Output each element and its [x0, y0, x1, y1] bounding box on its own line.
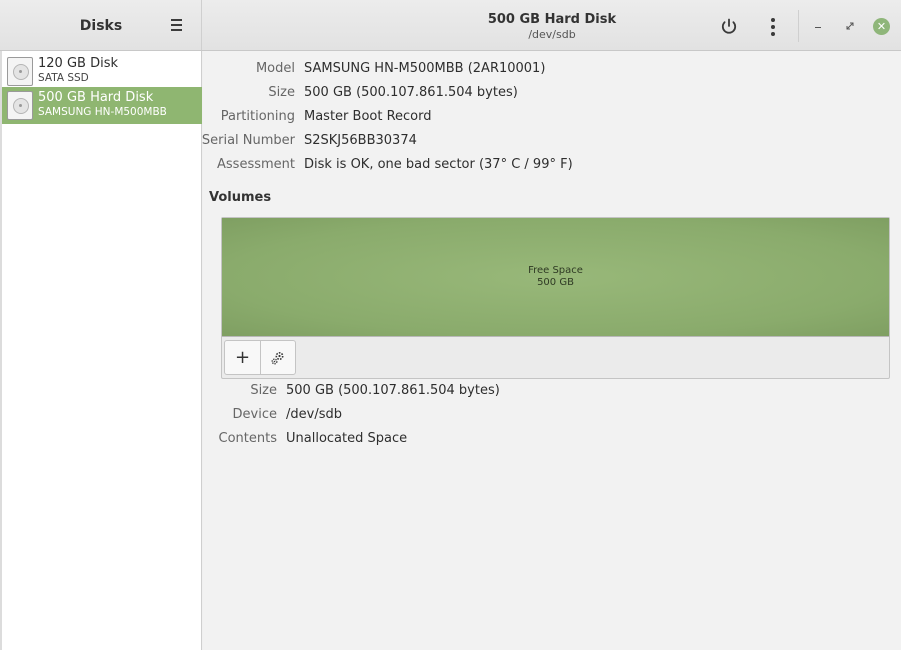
minimize-icon[interactable]: [810, 16, 826, 36]
property-model: Model: [203, 61, 295, 83]
disk-list-item-500gb[interactable]: 500 GB Hard Disk SAMSUNG HN-M500MBB: [2, 87, 202, 124]
property-assessment: Assessment: [203, 157, 295, 179]
hamburger-menu-icon[interactable]: [164, 13, 188, 37]
volume-property-size: Size: [203, 383, 277, 405]
volume-property-device: Device: [203, 407, 277, 429]
disk-name: 500 GB Hard Disk: [38, 90, 154, 105]
property-value-assessment: Disk is OK, one bad sector (37° C / 99° …: [304, 157, 573, 172]
property-partitioning: Partitioning: [203, 109, 295, 131]
property-value-serial: S2SKJ56BB30374: [304, 133, 417, 148]
drive-device-path: /dev/sdb: [528, 28, 576, 41]
volume-property-contents: Contents: [203, 431, 277, 453]
volume-toolbar: +: [224, 340, 296, 375]
header-title-block: 500 GB Hard Disk /dev/sdb: [400, 12, 704, 42]
disk-subtitle: SATA SSD: [38, 72, 89, 84]
segment-label: Free Space: [528, 265, 583, 276]
header-bar: Disks 500 GB Hard Disk /dev/sdb ✕: [0, 0, 901, 51]
volume-value-contents: Unallocated Space: [286, 431, 408, 446]
property-label: Assessment: [217, 157, 295, 172]
vertical-dots-icon[interactable]: [763, 14, 783, 40]
property-value-model: SAMSUNG HN-M500MBB (2AR10001): [304, 61, 546, 76]
property-size: Size: [203, 85, 295, 107]
volume-value-device: /dev/sdb: [286, 407, 342, 422]
harddisk-icon: [7, 91, 33, 120]
property-label: Partitioning: [220, 109, 295, 124]
gears-icon[interactable]: [259, 341, 295, 374]
disk-subtitle: SAMSUNG HN-M500MBB: [38, 106, 167, 118]
drive-title: 500 GB Hard Disk: [487, 12, 617, 27]
property-serial-number: Serial Number: [202, 133, 295, 155]
disk-list-item-120gb[interactable]: 120 GB Disk SATA SSD: [2, 53, 202, 90]
header-separator: [798, 10, 799, 42]
volume-map: Free Space 500 GB +: [221, 217, 890, 379]
power-icon[interactable]: [716, 14, 742, 40]
sidebar-header: Disks: [0, 0, 202, 50]
volume-segment-free-space[interactable]: Free Space 500 GB: [222, 218, 889, 337]
disks-window: Disks 500 GB Hard Disk /dev/sdb ✕ 120 GB…: [0, 0, 901, 650]
property-label: Model: [255, 61, 295, 76]
disk-name: 120 GB Disk: [38, 56, 118, 71]
property-label: Contents: [218, 431, 277, 446]
property-label: Device: [232, 407, 277, 422]
property-label: Serial Number: [201, 133, 295, 148]
close-icon[interactable]: ✕: [873, 18, 890, 35]
create-partition-button[interactable]: +: [225, 341, 260, 374]
volumes-heading: Volumes: [209, 190, 272, 205]
disk-list-sidebar: 120 GB Disk SATA SSD 500 GB Hard Disk SA…: [0, 51, 202, 650]
property-label: Size: [250, 383, 277, 398]
property-value-size: 500 GB (500.107.861.504 bytes): [304, 85, 518, 100]
segment-size: 500 GB: [537, 277, 574, 288]
drive-details-panel: Model SAMSUNG HN-M500MBB (2AR10001) Size…: [202, 51, 901, 650]
property-label: Size: [268, 85, 295, 100]
property-value-partitioning: Master Boot Record: [304, 109, 432, 124]
harddisk-icon: [7, 57, 33, 86]
volume-value-size: 500 GB (500.107.861.504 bytes): [286, 383, 500, 398]
restore-icon[interactable]: [842, 16, 858, 36]
